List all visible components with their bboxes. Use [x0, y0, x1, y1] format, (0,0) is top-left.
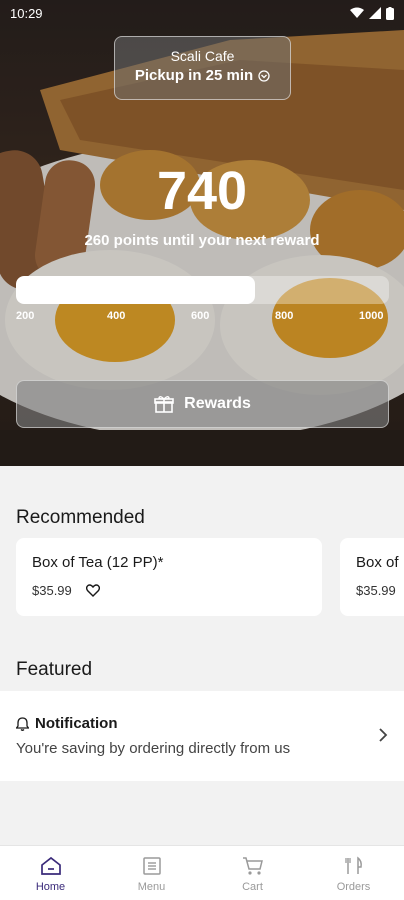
- tab-home-label: Home: [35, 881, 66, 893]
- orders-icon: [344, 856, 362, 874]
- tab-menu[interactable]: Menu: [101, 846, 202, 900]
- notification-text: You're saving by ordering directly from …: [16, 740, 291, 757]
- wifi-icon: [350, 7, 364, 18]
- tab-home[interactable]: Home: [0, 846, 101, 900]
- status-icons: [350, 6, 394, 20]
- bell-icon: [16, 716, 29, 731]
- progress-tick: 800: [275, 310, 294, 322]
- progress-tick: 400: [107, 310, 126, 322]
- recommended-item-card[interactable]: Box of Tea (12 PP)* $35.99: [16, 538, 322, 616]
- status-time: 10:29: [10, 5, 43, 21]
- progress-ticks: 200 400 600 800 1000: [16, 310, 389, 326]
- rewards-progress-bar: [16, 276, 389, 304]
- rewards-button[interactable]: Rewards: [16, 380, 389, 428]
- rewards-progress-fill: [16, 276, 255, 304]
- heart-icon[interactable]: [85, 584, 100, 597]
- pickup-time: Pickup in 25 min: [115, 67, 290, 84]
- item-price: $35.99: [32, 583, 72, 598]
- item-name: Box of Tea (12 PP)*: [32, 554, 164, 571]
- progress-tick: 600: [191, 310, 210, 322]
- pickup-card[interactable]: Scali Cafe Pickup in 25 min: [114, 36, 291, 100]
- pickup-time-text: Pickup in 25 min: [134, 67, 254, 84]
- gift-icon: [154, 396, 174, 413]
- points-value: 740: [156, 161, 248, 221]
- progress-tick: 200: [16, 310, 35, 322]
- tab-cart-label: Cart: [242, 881, 263, 893]
- points-subtitle: 260 points until your next reward: [84, 232, 320, 249]
- item-price: $35.99: [356, 583, 396, 598]
- status-bar: 10:29: [0, 0, 404, 26]
- notification-title: Notification: [35, 715, 118, 732]
- tab-orders[interactable]: Orders: [303, 846, 404, 900]
- chevron-right-icon: [379, 728, 388, 742]
- cart-icon: [242, 857, 263, 875]
- tab-orders-label: Orders: [336, 881, 371, 893]
- notification-card[interactable]: Notification You're saving by ordering d…: [0, 691, 404, 781]
- tab-cart[interactable]: Cart: [202, 846, 303, 900]
- home-icon: [40, 856, 61, 875]
- progress-tick: 1000: [359, 310, 384, 322]
- signal-icon: [369, 7, 381, 19]
- tab-menu-label: Menu: [137, 881, 166, 893]
- bottom-tab-bar: Home Menu Cart Orders: [0, 845, 404, 900]
- store-name: Scali Cafe: [170, 48, 235, 64]
- featured-title: Featured: [16, 659, 93, 680]
- notification-heading: Notification: [16, 715, 388, 732]
- rewards-button-label: Rewards: [184, 395, 251, 412]
- item-name: Box of: [356, 554, 399, 571]
- recommended-title: Recommended: [16, 507, 145, 528]
- recommended-item-card[interactable]: Box of $35.99: [340, 538, 404, 616]
- chevron-circle-down-icon: [258, 69, 270, 82]
- menu-icon: [142, 857, 161, 875]
- battery-icon: [386, 6, 394, 20]
